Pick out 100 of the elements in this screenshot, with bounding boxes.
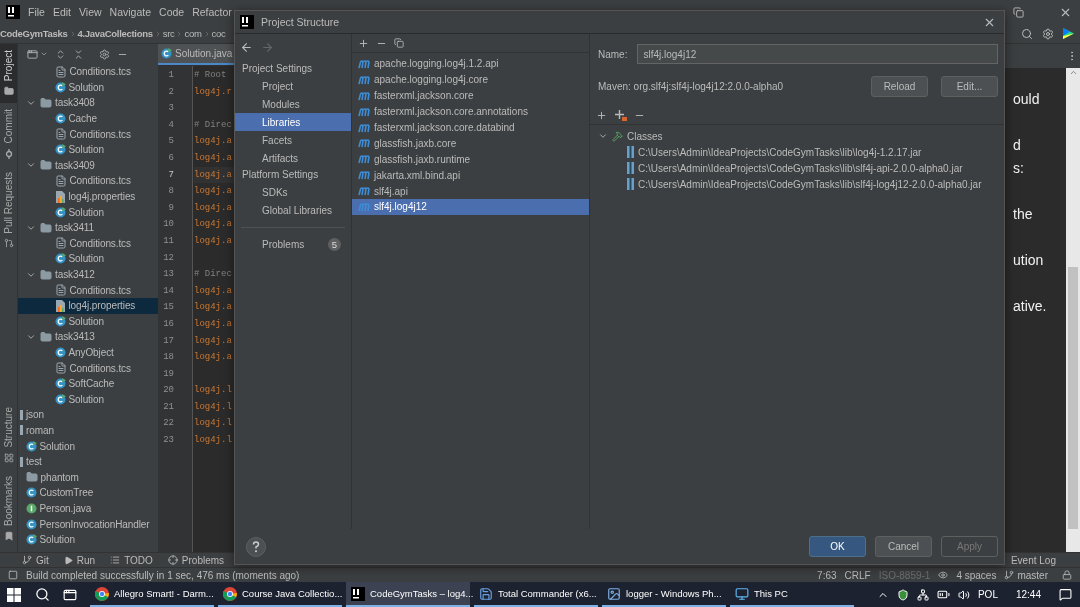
window-icon[interactable] xyxy=(27,48,38,60)
logo-icon[interactable] xyxy=(1062,27,1075,40)
library-item[interactable]: slf4j.api xyxy=(352,183,589,199)
tree-item[interactable]: Solution xyxy=(18,531,158,548)
tree-item[interactable]: test xyxy=(18,453,158,470)
tree-item[interactable]: Solution xyxy=(18,204,158,220)
breadcrumb[interactable]: coc xyxy=(211,28,226,39)
taskbar-app[interactable]: This PC xyxy=(730,582,854,607)
nav-item[interactable]: Global Libraries xyxy=(235,201,351,219)
breadcrumb[interactable]: com xyxy=(184,28,202,39)
notifications-icon[interactable] xyxy=(1059,588,1072,601)
tree-item[interactable]: Cache xyxy=(18,110,158,127)
collapse-all-icon[interactable] xyxy=(73,48,84,60)
tree-item[interactable]: Solution xyxy=(18,141,158,158)
tree-item[interactable]: Conditions.tcs xyxy=(18,235,158,252)
taskbar-app[interactable]: Total Commander (x6... xyxy=(474,582,598,607)
cursor-position[interactable]: 7:63 xyxy=(817,569,837,581)
tree-item[interactable]: C:\Users\Admin\IdeaProjects\CodeGymTasks\lib\log4j-1.2.17.jar xyxy=(596,144,998,160)
shield-icon[interactable] xyxy=(896,588,909,601)
tree-item[interactable]: Solution xyxy=(18,251,158,267)
taskbar-app[interactable]: Allegro Smart! - Darm... xyxy=(90,582,214,607)
git-branch[interactable]: master xyxy=(1004,569,1048,581)
copy-icon[interactable] xyxy=(394,38,404,48)
tree-item[interactable]: task3412 xyxy=(18,266,158,283)
taskbar-app[interactable]: logger - Windows Ph... xyxy=(602,582,726,607)
tool-window-tab[interactable]: Commit xyxy=(0,103,17,166)
dialog-button[interactable]: Cancel xyxy=(875,536,932,557)
tool-tab[interactable]: Run xyxy=(63,554,96,566)
nav-item[interactable]: Problems 5 xyxy=(235,235,351,253)
tree-item[interactable]: task3413 xyxy=(18,329,158,345)
breadcrumb[interactable]: src xyxy=(162,28,175,39)
lock-icon[interactable] xyxy=(1062,570,1072,580)
tree-item[interactable]: log4j.properties xyxy=(18,188,158,205)
tree-item[interactable]: Solution xyxy=(18,391,158,408)
tree-item[interactable]: task3408 xyxy=(18,95,158,111)
tree-item[interactable]: json xyxy=(18,407,158,423)
add-icon[interactable] xyxy=(614,109,627,121)
library-item[interactable]: jakarta.xml.bind.api xyxy=(352,167,589,184)
tool-window-tab[interactable]: Bookmarks xyxy=(0,470,17,548)
nav-item[interactable]: Libraries xyxy=(235,113,351,131)
tree-item[interactable]: Conditions.tcs xyxy=(18,173,158,189)
menu-item[interactable]: Edit xyxy=(52,6,71,18)
scroll-thumb[interactable] xyxy=(1068,267,1078,529)
event-log-tab[interactable]: Event Log xyxy=(1010,554,1056,566)
tree-item[interactable]: SoftCache xyxy=(18,375,158,392)
library-item[interactable]: slf4j.log4j12 xyxy=(352,199,589,215)
menu-item[interactable]: View xyxy=(79,6,102,18)
tool-tab[interactable]: Git xyxy=(22,554,49,566)
chevron-icon[interactable] xyxy=(26,98,36,108)
tree-item[interactable]: roman xyxy=(18,422,158,439)
nav-item[interactable]: SDKs xyxy=(235,183,351,201)
eye-icon[interactable] xyxy=(938,570,949,580)
library-item[interactable]: apache.logging.log4j.1.2.api xyxy=(352,56,589,72)
tree-item[interactable]: phantom xyxy=(18,469,158,486)
library-item[interactable]: fasterxml.jackson.core xyxy=(352,87,589,104)
breadcrumb[interactable]: 4.JavaCollections xyxy=(77,28,153,39)
task-view-icon[interactable] xyxy=(63,587,77,602)
network-icon[interactable] xyxy=(916,588,929,601)
scroll-up-icon[interactable] xyxy=(1068,68,1078,77)
editor-tab[interactable]: Solution.java xyxy=(158,44,236,65)
tool-window-tab[interactable]: Pull Requests xyxy=(0,165,17,256)
nav-item[interactable]: Project xyxy=(235,77,351,95)
tool-tab[interactable]: TODO xyxy=(110,554,153,566)
dialog-button[interactable]: OK xyxy=(809,536,866,557)
add-icon[interactable] xyxy=(596,109,607,121)
library-item[interactable]: fasterxml.jackson.core.databind xyxy=(352,119,589,136)
restore-icon[interactable] xyxy=(1013,6,1024,18)
tree-item[interactable]: PersonInvocationHandler xyxy=(18,516,158,532)
tree-item[interactable]: task3409 xyxy=(18,157,158,174)
tree-item[interactable]: log4j.properties xyxy=(18,297,158,314)
nav-item[interactable]: Modules xyxy=(235,95,351,113)
tree-item[interactable]: CustomTree xyxy=(18,485,158,501)
settings-icon[interactable] xyxy=(99,48,110,60)
menu-item[interactable]: Code xyxy=(159,6,185,18)
menu-item[interactable]: Navigate xyxy=(109,6,152,18)
add-icon[interactable] xyxy=(358,37,369,49)
tree-item[interactable]: Conditions.tcs xyxy=(18,126,158,142)
battery-icon[interactable] xyxy=(936,588,950,601)
tree-item[interactable]: Solution xyxy=(18,79,158,96)
tree-item[interactable]: C:\Users\Admin\IdeaProjects\CodeGymTasks\lib\slf4j-log4j12-2.0.0-alpha0.jar xyxy=(596,176,998,192)
back-arrow-icon[interactable] xyxy=(240,41,253,54)
tool-tab[interactable]: Problems xyxy=(167,554,225,566)
tree-item[interactable]: Solution xyxy=(18,438,158,454)
dropdown-icon[interactable] xyxy=(40,50,48,58)
tree-item[interactable]: Solution xyxy=(18,313,158,330)
panel-toggle-icon[interactable] xyxy=(8,570,18,580)
help-icon[interactable] xyxy=(246,536,266,557)
menu-item[interactable]: File xyxy=(28,6,45,18)
tree-item[interactable]: task3411 xyxy=(18,219,158,236)
tree-item[interactable]: AnyObject xyxy=(18,344,158,361)
tree-item[interactable]: Person.java xyxy=(18,500,158,517)
settings-icon[interactable] xyxy=(1042,27,1054,40)
tool-window-tab[interactable]: Project xyxy=(0,44,17,104)
start-icon[interactable] xyxy=(7,587,21,602)
expand-all-icon[interactable] xyxy=(55,48,66,60)
indent-setting[interactable]: 4 spaces xyxy=(956,569,997,581)
tree-item[interactable]: C:\Users\Admin\IdeaProjects\CodeGymTasks\lib\slf4j-api-2.0.0-alpha0.jar xyxy=(596,160,998,176)
clock[interactable]: 12:44 xyxy=(1015,589,1041,600)
dialog-button[interactable]: Reload xyxy=(871,76,928,97)
tool-window-tab[interactable]: Structure xyxy=(0,401,17,470)
